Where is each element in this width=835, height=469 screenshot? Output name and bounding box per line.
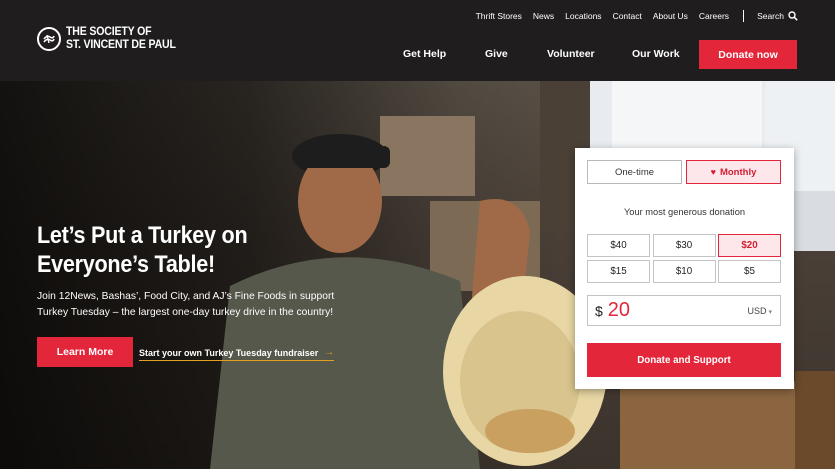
chevron-down-icon: ▾ [768,308,772,316]
learn-more-button[interactable]: Learn More [37,337,133,367]
donation-form: One-time ♥ Monthly Your most generous do… [575,148,794,389]
utility-link-careers[interactable]: Careers [699,11,729,21]
site-logo[interactable]: THE SOCIETY OF ST. VINCENT DE PAUL [37,26,185,52]
search-label: Search [757,11,784,21]
site-header: THE SOCIETY OF ST. VINCENT DE PAUL Thrif… [0,0,835,81]
donate-now-button[interactable]: Donate now [699,40,797,69]
search-icon [788,11,798,21]
amount-value[interactable]: 20 [608,299,630,322]
currency-code: USD [747,305,767,316]
utility-link-contact[interactable]: Contact [613,11,642,21]
currency-symbol: $ [595,302,603,319]
utility-divider [743,10,745,22]
utility-link-thrift-stores[interactable]: Thrift Stores [476,11,522,21]
arrow-right-icon: → [324,347,335,358]
custom-amount-input[interactable]: $ 20 USD ▾ [587,295,781,326]
amount-option-5[interactable]: $5 [718,260,781,283]
utility-link-news[interactable]: News [533,11,554,21]
nav-our-work[interactable]: Our Work [632,48,680,60]
svdp-logo-icon [37,27,61,51]
hero-title: Let’s Put a Turkey on Everyone’s Table! [37,222,248,278]
currency-select[interactable]: USD ▾ [747,306,772,316]
amount-grid: $40 $30 $20 $15 $10 $5 [587,234,781,283]
nav-get-help[interactable]: Get Help [403,48,446,60]
logo-wordmark: THE SOCIETY OF ST. VINCENT DE PAUL [66,26,176,52]
donate-and-support-button[interactable]: Donate and Support [587,343,781,377]
donation-prompt: Your most generous donation [623,207,746,217]
start-fundraiser-link[interactable]: Start your own Turkey Tuesday fundraiser… [139,347,335,361]
heart-icon: ♥ [710,167,716,177]
amount-option-30[interactable]: $30 [652,234,716,257]
frequency-monthly[interactable]: ♥ Monthly [686,160,781,184]
amount-option-20[interactable]: $20 [718,234,781,257]
amount-option-10[interactable]: $10 [652,260,716,283]
utility-link-locations[interactable]: Locations [565,11,601,21]
utility-link-about-us[interactable]: About Us [653,11,688,21]
utility-nav: Thrift Stores News Locations Contact Abo… [465,10,798,22]
fundraiser-link-label: Start your own Turkey Tuesday fundraiser [139,347,319,358]
frequency-monthly-label: Monthly [719,166,757,178]
nav-volunteer[interactable]: Volunteer [547,48,595,60]
frequency-one-time[interactable]: One-time [587,160,682,184]
logo-line-1: THE SOCIETY OF [66,26,152,38]
amount-option-40[interactable]: $40 [587,234,650,257]
search-button[interactable]: Search [757,11,798,21]
logo-line-2: ST. VINCENT DE PAUL [66,39,176,51]
hero-description: Join 12News, Bashas’, Food City, and AJ’… [37,291,335,318]
frequency-toggle: One-time ♥ Monthly [587,160,781,184]
amount-option-15[interactable]: $15 [587,260,650,283]
nav-give[interactable]: Give [485,48,508,60]
